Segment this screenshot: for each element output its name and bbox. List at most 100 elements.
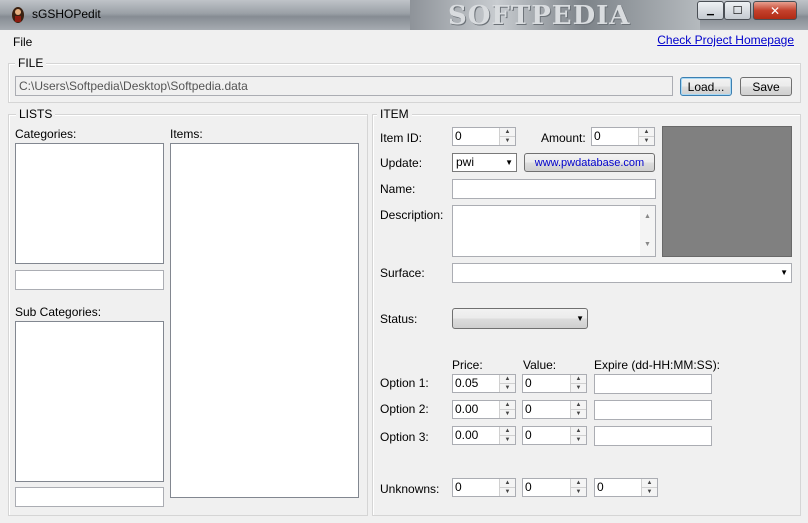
title-bar[interactable]: SOFTPEDIA sGSHOPedit ▁ ☐ ✕	[0, 0, 808, 31]
expire-header: Expire (dd-HH:MM:SS):	[594, 358, 721, 372]
option-1-label: Option 1:	[380, 376, 429, 390]
spin-arrows[interactable]: ▲ ▼	[499, 427, 515, 444]
spin-down-icon[interactable]: ▼	[500, 384, 515, 393]
option-2-value-value: 0	[525, 402, 532, 416]
spin-up-icon[interactable]: ▲	[642, 479, 657, 488]
close-icon: ✕	[769, 3, 781, 18]
update-selected-value: pwi	[456, 155, 475, 169]
unknown-3-stepper[interactable]: 0 ▲ ▼	[594, 478, 658, 497]
name-label: Name:	[380, 182, 416, 196]
amount-value: 0	[594, 129, 601, 143]
unknown-2-stepper[interactable]: 0 ▲ ▼	[522, 478, 587, 497]
spin-arrows[interactable]: ▲ ▼	[499, 375, 515, 392]
option-2-price-stepper[interactable]: 0.00 ▲ ▼	[452, 400, 516, 419]
dropdown-arrow-icon: ▼	[780, 268, 788, 277]
spin-down-icon[interactable]: ▼	[571, 436, 586, 445]
option-3-price-stepper[interactable]: 0.00 ▲ ▼	[452, 426, 516, 445]
spin-up-icon[interactable]: ▲	[571, 479, 586, 488]
scroll-up-icon[interactable]: ▲	[644, 209, 651, 225]
spin-down-icon[interactable]: ▼	[642, 488, 657, 497]
option-1-expire-input[interactable]	[594, 374, 712, 394]
spin-arrows[interactable]: ▲ ▼	[638, 128, 654, 145]
option-2-value-stepper[interactable]: 0 ▲ ▼	[522, 400, 587, 419]
spin-down-icon[interactable]: ▼	[500, 137, 515, 146]
option-1-value-value: 0	[525, 376, 532, 390]
update-label: Update:	[380, 156, 423, 170]
spin-arrows[interactable]: ▲ ▼	[570, 375, 586, 392]
scroll-down-icon[interactable]: ▼	[644, 237, 651, 253]
file-path-field[interactable]: C:\Users\Softpedia\Desktop\Softpedia.dat…	[15, 76, 673, 96]
unknown-1-stepper[interactable]: 0 ▲ ▼	[452, 478, 516, 497]
option-3-value-stepper[interactable]: 0 ▲ ▼	[522, 426, 587, 445]
menu-bar: File Check Project Homepage	[0, 30, 808, 52]
sub-category-input[interactable]	[15, 487, 164, 507]
spin-arrows[interactable]: ▲ ▼	[570, 427, 586, 444]
save-button[interactable]: Save	[740, 77, 792, 96]
description-textarea[interactable]: ▲ ▼	[452, 205, 656, 257]
option-2-expire-input[interactable]	[594, 400, 712, 420]
spin-up-icon[interactable]: ▲	[500, 401, 515, 410]
spin-arrows[interactable]: ▲ ▼	[570, 479, 586, 496]
lists-group-title: LISTS	[16, 107, 56, 121]
option-3-value-value: 0	[525, 428, 532, 442]
description-label: Description:	[380, 208, 444, 222]
spin-up-icon[interactable]: ▲	[571, 401, 586, 410]
sub-categories-list[interactable]	[15, 321, 164, 482]
menu-file[interactable]: File	[13, 35, 32, 49]
description-scrollbar[interactable]: ▲ ▼	[640, 206, 655, 256]
name-input[interactable]	[452, 179, 656, 199]
amount-stepper[interactable]: 0 ▲ ▼	[591, 127, 655, 146]
spin-arrows[interactable]: ▲ ▼	[499, 479, 515, 496]
spin-arrows[interactable]: ▲ ▼	[499, 128, 515, 145]
unknowns-label: Unknowns:	[380, 482, 440, 496]
project-homepage-link[interactable]: Check Project Homepage	[657, 33, 794, 47]
amount-label: Amount:	[541, 131, 586, 145]
spin-down-icon[interactable]: ▼	[639, 137, 654, 146]
item-id-stepper[interactable]: 0 ▲ ▼	[452, 127, 516, 146]
spin-arrows[interactable]: ▲ ▼	[499, 401, 515, 418]
title-banner-text: SOFTPEDIA	[448, 1, 631, 31]
pwdatabase-button[interactable]: www.pwdatabase.com	[524, 153, 655, 172]
items-list[interactable]	[170, 143, 359, 498]
maximize-button[interactable]: ☐	[724, 1, 751, 20]
status-select[interactable]: ▼	[452, 308, 588, 329]
unknown-3-value: 0	[597, 480, 604, 494]
spin-up-icon[interactable]: ▲	[500, 128, 515, 137]
option-3-label: Option 3:	[380, 430, 429, 444]
minimize-button[interactable]: ▁	[697, 1, 724, 20]
spin-up-icon[interactable]: ▲	[500, 479, 515, 488]
option-3-expire-input[interactable]	[594, 426, 712, 446]
surface-label: Surface:	[380, 266, 425, 280]
spin-up-icon[interactable]: ▲	[500, 375, 515, 384]
unknown-1-value: 0	[455, 480, 462, 494]
update-select[interactable]: pwi ▼	[452, 153, 517, 172]
categories-list[interactable]	[15, 143, 164, 264]
load-button[interactable]: Load...	[680, 77, 732, 96]
status-label: Status:	[380, 312, 418, 326]
option-1-price-stepper[interactable]: 0.05 ▲ ▼	[452, 374, 516, 393]
spin-down-icon[interactable]: ▼	[571, 488, 586, 497]
spin-up-icon[interactable]: ▲	[571, 375, 586, 384]
option-1-value-stepper[interactable]: 0 ▲ ▼	[522, 374, 587, 393]
spin-up-icon[interactable]: ▲	[500, 427, 515, 436]
price-header: Price:	[452, 358, 483, 372]
spin-down-icon[interactable]: ▼	[500, 410, 515, 419]
item-id-value: 0	[455, 129, 462, 143]
file-group-title: FILE	[15, 56, 47, 70]
spin-up-icon[interactable]: ▲	[571, 427, 586, 436]
spin-arrows[interactable]: ▲ ▼	[570, 401, 586, 418]
dropdown-arrow-icon: ▼	[505, 158, 513, 167]
surface-select[interactable]: ▼	[452, 263, 792, 283]
category-input[interactable]	[15, 270, 164, 290]
spin-down-icon[interactable]: ▼	[571, 384, 586, 393]
sub-categories-label: Sub Categories:	[15, 305, 102, 319]
spin-arrows[interactable]: ▲ ▼	[641, 479, 657, 496]
close-button[interactable]: ✕	[753, 1, 797, 20]
spin-down-icon[interactable]: ▼	[571, 410, 586, 419]
spin-down-icon[interactable]: ▼	[500, 436, 515, 445]
window-title: sGSHOPedit	[32, 7, 101, 21]
spin-up-icon[interactable]: ▲	[639, 128, 654, 137]
dropdown-arrow-icon: ▼	[576, 314, 584, 323]
minimize-icon: ▁	[707, 5, 714, 15]
spin-down-icon[interactable]: ▼	[500, 488, 515, 497]
